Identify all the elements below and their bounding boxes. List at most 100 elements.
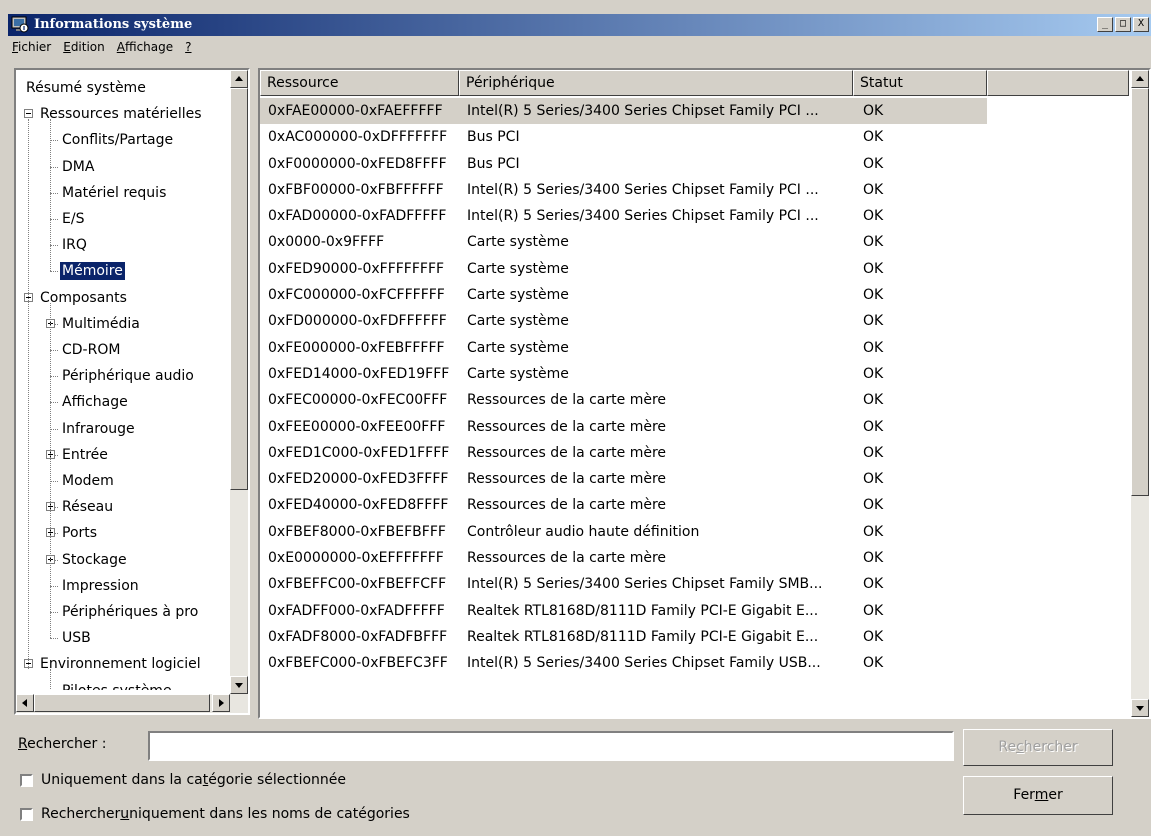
tree-item-label: Mémoire <box>60 262 125 281</box>
tree-scroll-thumb[interactable] <box>230 88 248 490</box>
table-row[interactable]: 0xF0000000-0xFED8FFFF Bus PCI OK <box>260 151 1130 177</box>
maximize-button[interactable]: □ <box>1115 17 1131 32</box>
option-selected-category[interactable]: Uniquement dans la ca t égorie sélectionné… <box>20 772 346 788</box>
cell-ressource: 0xFAE00000-0xFAEFFFFF <box>268 103 443 119</box>
tree-item[interactable]: Multimédia <box>60 311 142 337</box>
table-scroll-down-button[interactable] <box>1131 699 1149 717</box>
tree-connector <box>50 119 51 272</box>
table-vertical-scrollbar[interactable] <box>1131 70 1149 717</box>
close-dialog-button[interactable]: Fermer <box>963 776 1113 815</box>
table-row[interactable]: 0xE0000000-0xEFFFFFFF Ressources de la ca… <box>260 545 1130 571</box>
tree-item[interactable]: Entrée <box>60 442 110 468</box>
tree-item[interactable]: Pilotes système <box>60 678 174 690</box>
tree-item[interactable]: CD-ROM <box>60 337 122 363</box>
close-button[interactable]: X <box>1133 17 1149 32</box>
tree-item[interactable]: Composants <box>38 285 129 311</box>
tree-item[interactable]: Infrarouge <box>60 416 137 442</box>
tree-item[interactable]: Réseau <box>60 494 115 520</box>
table-row[interactable]: 0xFADFF000-0xFADFFFFF Realtek RTL8168D/81… <box>260 598 1130 624</box>
cell-ressource: 0xFBEFFC00-0xFBEFFCFF <box>268 576 447 593</box>
tree-horizontal-scrollbar[interactable] <box>16 694 248 713</box>
selected-category-checkbox[interactable] <box>20 773 33 787</box>
tree-connector <box>50 481 58 482</box>
table-row[interactable]: 0x0000-0x9FFFF Carte système OK <box>260 229 1130 255</box>
table-row[interactable]: 0xFEE00000-0xFEE00FFF Ressources de la ca… <box>260 414 1130 440</box>
tree-item[interactable]: DMA <box>60 154 96 180</box>
cell-ressource: 0xFED90000-0xFFFFFFFF <box>268 260 445 277</box>
table-row[interactable]: 0xFADF8000-0xFADFBFFF Realtek RTL8168D/81… <box>260 624 1130 650</box>
tree-scroll-right-button[interactable] <box>212 694 230 712</box>
table-row[interactable]: 0xFED20000-0xFED3FFFF Ressources de la ca… <box>260 466 1130 492</box>
table-row[interactable]: 0xAC000000-0xDFFFFFFF Bus PCI OK <box>260 124 1130 150</box>
tree-item[interactable]: Matériel requis <box>60 180 168 206</box>
tree-item[interactable]: Ressources matérielles <box>38 101 204 127</box>
window-title: Informations système <box>34 17 193 32</box>
table-row[interactable]: 0xFED40000-0xFED8FFFF Ressources de la ca… <box>260 492 1130 518</box>
tree-item[interactable]: Conflits/Partage <box>60 127 175 153</box>
tree-item[interactable]: USB <box>60 625 93 651</box>
cell-peripherique: Carte système <box>467 365 569 382</box>
tree-scroll-up-button[interactable] <box>230 70 248 88</box>
table-row[interactable]: 0xFE000000-0xFEBFFFFF Carte système OK <box>260 335 1130 361</box>
menu-help[interactable]: ? <box>181 38 199 58</box>
tree-connector <box>50 585 58 587</box>
table-row[interactable]: 0xFED14000-0xFED19FFF Carte système OK <box>260 361 1130 387</box>
cell-ressource: 0xFBF00000-0xFBFFFFFF <box>268 181 444 198</box>
category-tree[interactable]: Résumé système Ressources matérielles Conf… <box>14 68 250 715</box>
table-row[interactable]: 0xFAE00000-0xFAEFFFFF Intel(R) 5 Series/3… <box>260 98 987 125</box>
table-row[interactable]: 0xFEC00000-0xFEC00FFF Ressources de la ca… <box>260 387 1130 413</box>
tree-scroll-down-button[interactable] <box>230 676 248 694</box>
menu-edition[interactable]: Edition <box>59 38 113 58</box>
tree-item[interactable]: Affichage <box>60 389 130 415</box>
tree-scroll-hthumb[interactable] <box>34 694 210 712</box>
search-button[interactable]: Rechercher <box>963 729 1113 766</box>
collapse-icon[interactable] <box>24 109 33 119</box>
tree-vertical-scrollbar[interactable] <box>230 70 248 694</box>
menu-fichier[interactable]: Fichier <box>8 38 59 58</box>
tree-item-label: Multimédia <box>62 315 140 332</box>
column-header-statut[interactable]: Statut <box>853 70 987 96</box>
cell-peripherique: Intel(R) 5 Series/3400 Series Chipset Fa… <box>467 655 821 672</box>
tree-item-label: Entrée <box>62 446 108 463</box>
column-header-peripherique[interactable]: Périphérique <box>459 70 853 96</box>
menu-affichage[interactable]: Affichage <box>113 38 181 58</box>
option-category-names[interactable]: Rechercher u niquement dans les noms de c… <box>20 806 410 822</box>
tree-item[interactable]: E/S <box>60 206 86 232</box>
table-row[interactable]: 0xFED90000-0xFFFFFFFF Carte système OK <box>260 256 1130 282</box>
cell-statut: OK <box>863 181 884 198</box>
table-row[interactable]: 0xFBEFFC00-0xFBEFFCFF Intel(R) 5 Series/3… <box>260 571 1130 597</box>
minimize-button[interactable]: _ <box>1097 17 1113 32</box>
tree-item[interactable]: Ports <box>60 520 99 546</box>
cell-peripherique: Carte système <box>467 234 569 251</box>
tree-item-label: Infrarouge <box>62 420 135 437</box>
tree-item[interactable]: Mémoire <box>60 258 125 284</box>
table-row[interactable]: 0xFC000000-0xFCFFFFFF Carte système OK <box>260 282 1130 308</box>
tree-connector <box>50 192 58 194</box>
tree-item[interactable]: IRQ <box>60 232 89 258</box>
table-row[interactable]: 0xFAD00000-0xFADFFFFF Intel(R) 5 Series/3… <box>260 203 1130 229</box>
table-scroll-up-button[interactable] <box>1131 70 1149 88</box>
table-row[interactable]: 0xFBF00000-0xFBFFFFFF Intel(R) 5 Series/3… <box>260 177 1130 203</box>
category-names-checkbox[interactable] <box>20 807 33 821</box>
tree-scroll-left-button[interactable] <box>16 694 34 712</box>
tree-item[interactable]: Environnement logiciel <box>38 651 203 677</box>
table-row[interactable]: 0xFBEFC000-0xFBEFC3FF Intel(R) 5 Series/3… <box>260 650 1130 676</box>
table-row[interactable]: 0xFD000000-0xFDFFFFFF Carte système OK <box>260 308 1130 334</box>
tree-item[interactable]: Modem <box>60 468 116 494</box>
cell-peripherique: Intel(R) 5 Series/3400 Series Chipset Fa… <box>467 181 819 198</box>
table-row[interactable]: 0xFBEF8000-0xFBEFBFFF Contrôleur audio ha… <box>260 519 1130 545</box>
table-scroll-thumb[interactable] <box>1131 88 1149 496</box>
tree-item[interactable]: Stockage <box>60 547 129 573</box>
table-row[interactable]: 0xFED1C000-0xFED1FFFF Ressources de la ca… <box>260 440 1130 466</box>
tree-item[interactable]: Impression <box>60 573 141 599</box>
cell-ressource: 0xFC000000-0xFCFFFFFF <box>268 287 445 304</box>
resource-table[interactable]: Ressource Périphérique Statut 0xFAE00000… <box>258 68 1151 719</box>
search-input[interactable] <box>148 731 954 761</box>
tree-item[interactable]: Périphérique audio <box>60 363 196 389</box>
cell-ressource: 0xE0000000-0xEFFFFFFF <box>268 550 444 567</box>
tree-item[interactable]: Résumé système <box>24 75 148 101</box>
title-bar[interactable]: Informations système _ □ X <box>8 14 1151 36</box>
column-header-ressource[interactable]: Ressource <box>260 70 459 96</box>
tree-item[interactable]: Périphériques à pro <box>60 599 200 625</box>
cell-statut: OK <box>863 497 884 514</box>
